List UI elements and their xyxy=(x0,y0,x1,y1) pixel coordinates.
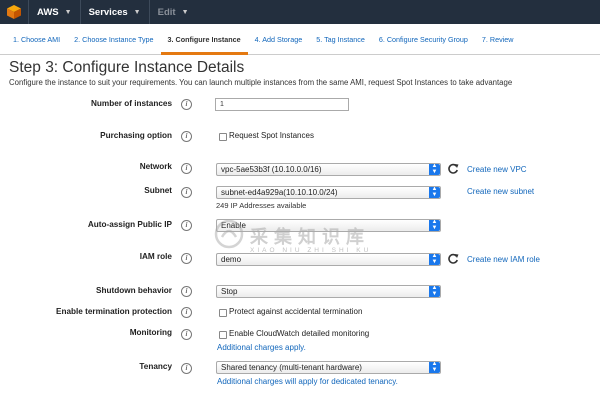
tab-choose-instance-type[interactable]: 2. Choose Instance Type xyxy=(67,24,160,55)
select-arrows-icon: ▲ ▼ xyxy=(429,362,440,373)
tenancy-select[interactable]: Shared tenancy (multi-tenant hardware) ▲… xyxy=(216,361,441,374)
subnet-label: Subnet xyxy=(144,186,172,195)
aws-menu[interactable]: AWS ▼ xyxy=(29,0,80,24)
page-description: Configure the instance to suit your requ… xyxy=(9,78,513,87)
create-vpc-link[interactable]: Create new VPC xyxy=(467,165,527,174)
public-ip-label: Auto-assign Public IP xyxy=(87,220,172,229)
services-menu-label: Services xyxy=(88,6,128,18)
spot-checkbox-label: Request Spot Instances xyxy=(229,131,314,140)
instances-label: Number of instances xyxy=(91,99,172,108)
network-select[interactable]: vpc-5ae53b3f (10.10.0.0/16) ▲ ▼ xyxy=(216,163,441,176)
tab-add-storage[interactable]: 4. Add Storage xyxy=(248,24,310,55)
tenancy-label: Tenancy xyxy=(139,362,172,371)
iam-role-label: IAM role xyxy=(139,252,172,261)
edit-menu[interactable]: Edit ▼ xyxy=(150,0,197,24)
subnet-select[interactable]: subnet-ed4a929a(10.10.10.0/24) ▲ ▼ xyxy=(216,186,441,199)
page-title: Step 3: Configure Instance Details xyxy=(9,59,245,76)
tab-review[interactable]: 7. Review xyxy=(475,24,521,55)
aws-cube-icon[interactable] xyxy=(0,0,28,24)
select-arrows-icon: ▲ ▼ xyxy=(429,286,440,297)
select-arrows-icon: ▲ ▼ xyxy=(429,220,440,231)
create-iam-role-link[interactable]: Create new IAM role xyxy=(467,255,540,264)
info-icon[interactable]: i xyxy=(181,131,192,142)
monitoring-charges-link[interactable]: Additional charges apply. xyxy=(217,343,306,352)
monitoring-checkbox-label: Enable CloudWatch detailed monitoring xyxy=(229,329,370,338)
public-ip-select-value: Enable xyxy=(221,221,246,230)
top-nav-bar: AWS ▼ Services ▼ Edit ▼ xyxy=(0,0,600,24)
refresh-icon[interactable] xyxy=(447,253,459,265)
chevron-down-icon: ▼ xyxy=(133,8,141,16)
spot-checkbox[interactable] xyxy=(219,133,227,141)
info-icon[interactable]: i xyxy=(181,329,192,340)
refresh-icon[interactable] xyxy=(447,163,459,175)
info-icon[interactable]: i xyxy=(181,163,192,174)
shutdown-label: Shutdown behavior xyxy=(96,286,172,295)
tenancy-charges-link[interactable]: Additional charges will apply for dedica… xyxy=(217,377,398,386)
instances-input[interactable]: 1 xyxy=(215,98,349,111)
termination-label: Enable termination protection xyxy=(55,307,172,316)
edit-menu-label: Edit xyxy=(157,6,176,18)
aws-menu-label: AWS xyxy=(37,6,59,18)
monitoring-label: Monitoring xyxy=(129,328,172,337)
services-menu[interactable]: Services ▼ xyxy=(81,0,149,24)
select-arrows-icon: ▲ ▼ xyxy=(429,164,440,175)
main-content: Step 3: Configure Instance Details Confi… xyxy=(0,55,600,405)
network-select-value: vpc-5ae53b3f (10.10.0.0/16) xyxy=(221,165,322,174)
tab-tag-instance[interactable]: 5. Tag Instance xyxy=(309,24,372,55)
subnet-select-value: subnet-ed4a929a(10.10.10.0/24) xyxy=(221,188,338,197)
shutdown-select-value: Stop xyxy=(221,287,238,296)
termination-checkbox[interactable] xyxy=(219,309,227,317)
tab-configure-instance[interactable]: 3. Configure Instance xyxy=(160,24,248,55)
select-arrows-icon: ▲ ▼ xyxy=(429,187,440,198)
info-icon[interactable]: i xyxy=(181,253,192,264)
tenancy-select-value: Shared tenancy (multi-tenant hardware) xyxy=(221,363,362,372)
chevron-down-icon: ▼ xyxy=(181,8,189,16)
select-arrows-icon: ▲ ▼ xyxy=(429,254,440,265)
info-icon[interactable]: i xyxy=(181,363,192,374)
public-ip-select[interactable]: Enable ▲ ▼ xyxy=(216,219,441,232)
tab-choose-ami[interactable]: 1. Choose AMI xyxy=(6,24,67,55)
info-icon[interactable]: i xyxy=(181,187,192,198)
create-subnet-link[interactable]: Create new subnet xyxy=(467,187,534,196)
iam-role-select-value: demo xyxy=(221,255,242,264)
tab-configure-security-group[interactable]: 6. Configure Security Group xyxy=(372,24,475,55)
network-label: Network xyxy=(139,162,172,171)
purchasing-label: Purchasing option xyxy=(100,131,172,140)
info-icon[interactable]: i xyxy=(181,307,192,318)
subnet-availability: 249 IP Addresses available xyxy=(216,201,307,210)
monitoring-checkbox[interactable] xyxy=(219,331,227,339)
shutdown-select[interactable]: Stop ▲ ▼ xyxy=(216,285,441,298)
info-icon[interactable]: i xyxy=(181,99,192,110)
iam-role-select[interactable]: demo ▲ ▼ xyxy=(216,253,441,266)
info-icon[interactable]: i xyxy=(181,286,192,297)
info-icon[interactable]: i xyxy=(181,220,192,231)
termination-checkbox-label: Protect against accidental termination xyxy=(229,307,363,316)
chevron-down-icon: ▼ xyxy=(64,8,72,16)
wizard-steps: 1. Choose AMI 2. Choose Instance Type 3.… xyxy=(0,24,600,55)
